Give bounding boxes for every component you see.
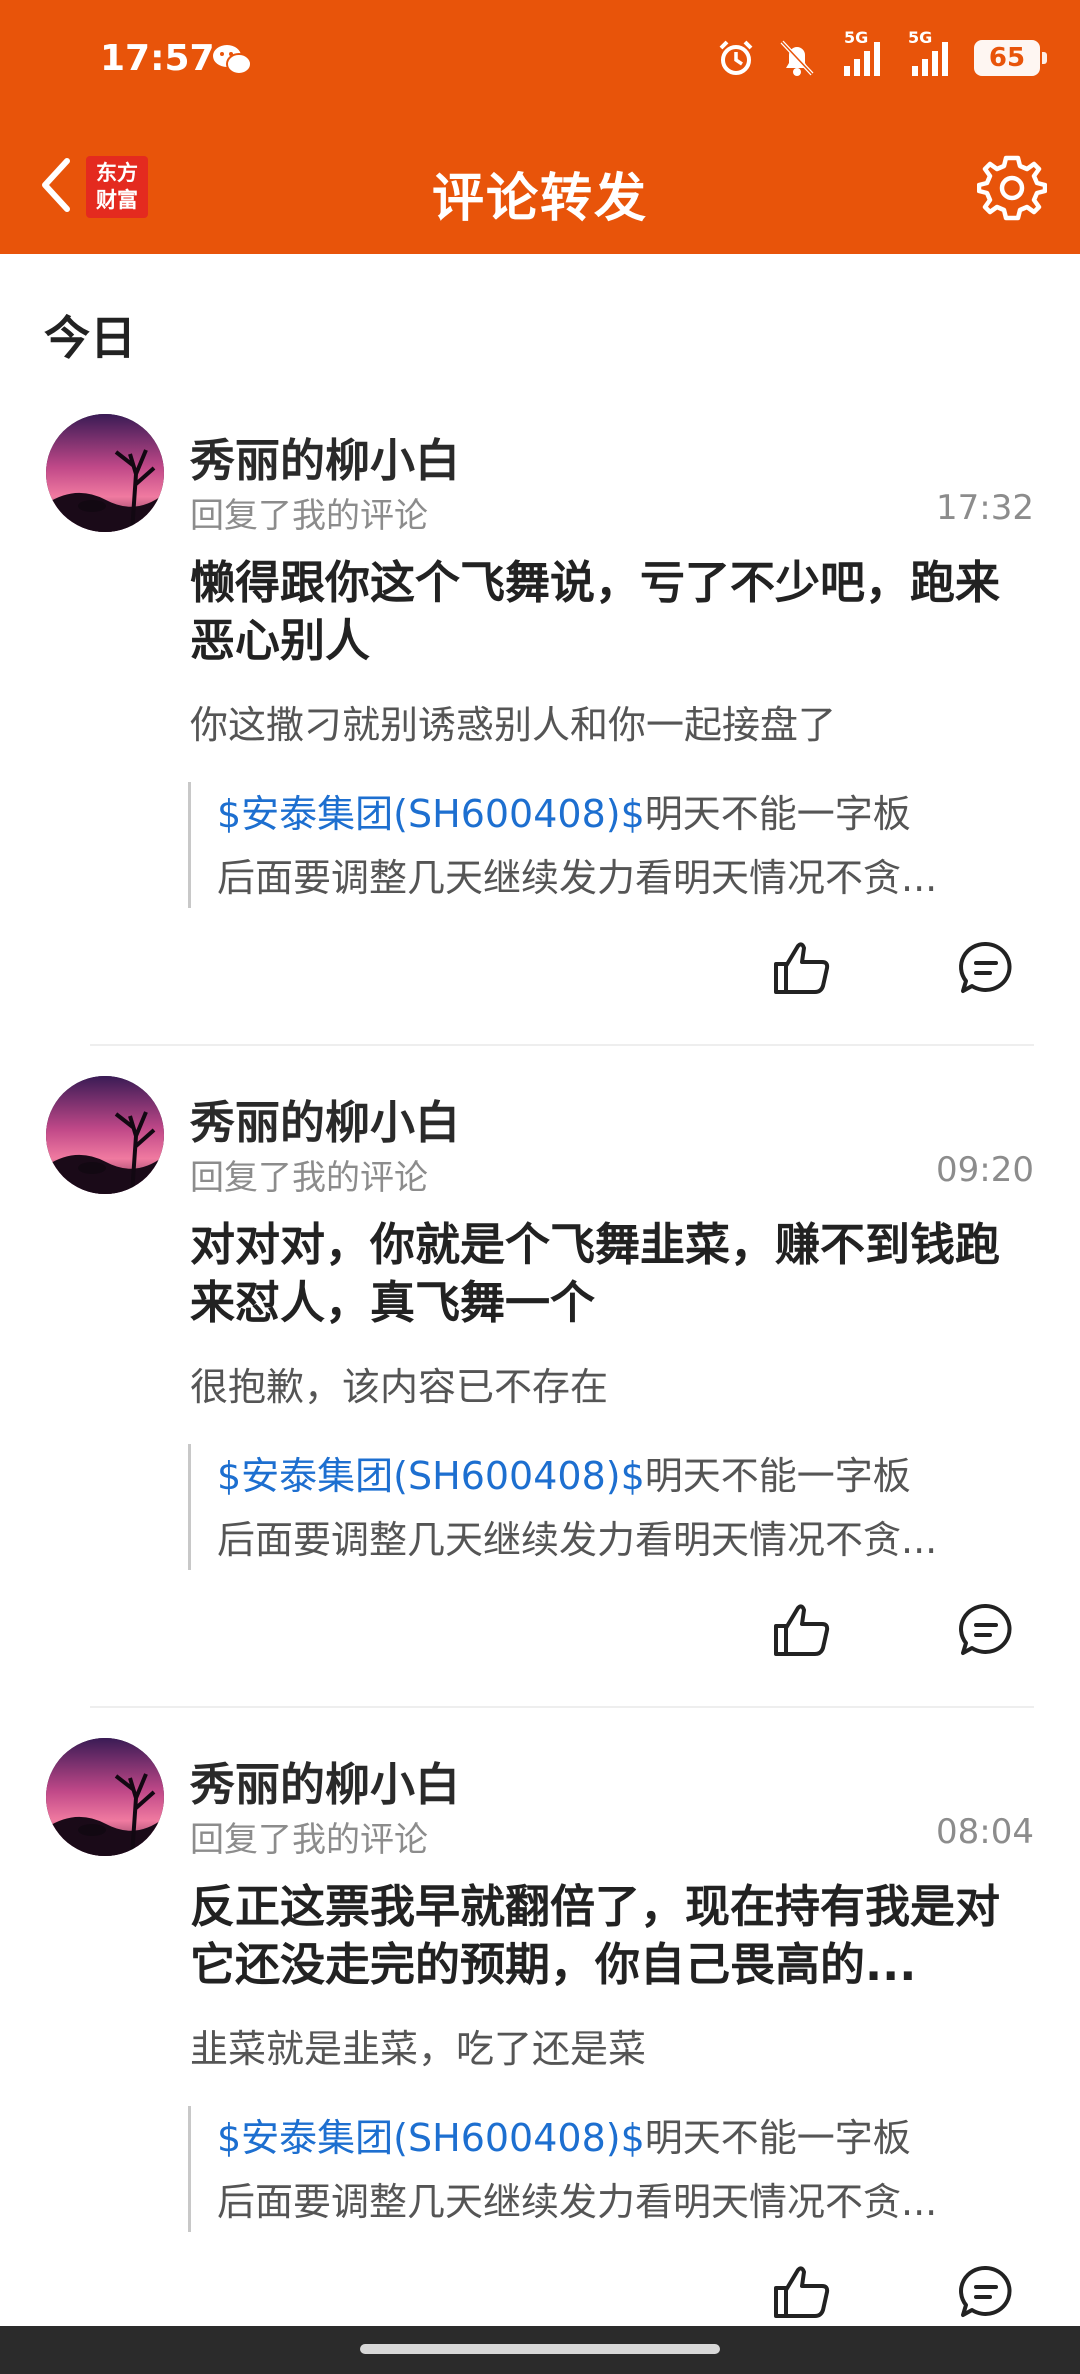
quote-text: 明天不能一字板 [644,1454,911,1498]
quote-text: 明天不能一字板 [644,2116,911,2160]
quote-text-line2: 后面要调整几天继续发力看明天情况不贪... [217,856,938,900]
list-item[interactable]: 秀丽的柳小白 回复了我的评论 09:20 对对对，你就是个飞舞韭菜，赚不到钱跑来… [0,1076,1080,1716]
quote-text-line2: 后面要调整几天继续发力看明天情况不贪... [217,1518,938,1562]
stock-link[interactable]: $安泰集团(SH600408)$ [217,792,645,836]
username[interactable]: 秀丽的柳小白 [190,1086,460,1151]
system-nav-bar [0,2326,1080,2374]
like-button[interactable] [768,2258,836,2326]
thumbs-up-icon [774,1604,830,1656]
network-label: 5G [844,28,869,47]
like-button[interactable] [768,934,836,1002]
battery-indicator: 65 [974,40,1047,76]
stock-link[interactable]: $安泰集团(SH600408)$ [217,2116,645,2160]
page-title: 评论转发 [431,169,648,229]
quote-text-line2: 后面要调整几天继续发力看明天情况不贪... [217,2180,938,2224]
stock-link[interactable]: $安泰集团(SH600408)$ [217,1454,645,1498]
thumbs-up-icon [774,2266,830,2318]
reply-content[interactable]: 反正这票我早就翻倍了，现在持有我是对它还没走完的预期，你自己畏高的... [190,1878,1020,1994]
timestamp: 08:04 [936,1812,1034,1852]
signal-icon: 5G [906,28,952,78]
timestamp: 09:20 [936,1150,1034,1190]
timestamp: 17:32 [936,488,1034,528]
username[interactable]: 秀丽的柳小白 [190,424,460,489]
signal-icon: 5G [838,28,884,78]
status-bar: 17:57 5G 5G 65 [0,0,1080,120]
my-comment[interactable]: 你这撒刁就别诱惑别人和你一起接盘了 [190,700,1030,750]
divider [90,1044,1034,1046]
my-comment[interactable]: 很抱歉，该内容已不存在 [190,1362,1030,1412]
reply-content[interactable]: 对对对，你就是个飞舞韭菜，赚不到钱跑来怼人，真飞舞一个 [190,1216,1020,1332]
avatar[interactable] [46,1076,164,1194]
quoted-post[interactable]: $安泰集团(SH600408)$明天不能一字板 后面要调整几天继续发力看明天情况… [188,782,1018,908]
comment-button[interactable] [954,1598,1018,1662]
nav-bar: 东方 财富 评论转发 [0,120,1080,254]
reply-content[interactable]: 懒得跟你这个飞舞说，亏了不少吧，跑来恶心别人 [190,554,1020,670]
comment-button[interactable] [954,2260,1018,2324]
reply-label: 回复了我的评论 [190,1158,428,1198]
list-item[interactable]: 秀丽的柳小白 回复了我的评论 08:04 反正这票我早就翻倍了，现在持有我是对它… [0,1738,1080,2374]
quoted-post[interactable]: $安泰集团(SH600408)$明天不能一字板 后面要调整几天继续发力看明天情况… [188,2106,1018,2232]
settings-button[interactable] [974,150,1050,226]
bell-muted-icon [778,38,816,78]
divider [90,1706,1034,1708]
home-indicator[interactable] [360,2344,720,2354]
comment-icon [959,1603,1012,1655]
network-label: 5G [908,28,933,47]
gear-icon [977,155,1047,221]
status-icons: 5G 5G 65 [716,28,1047,80]
comment-icon [959,2265,1012,2317]
my-comment[interactable]: 韭菜就是韭菜，吃了还是菜 [190,2024,1030,2074]
quote-text: 明天不能一字板 [644,792,911,836]
alarm-icon [716,38,756,78]
comment-icon [959,941,1012,993]
reply-label: 回复了我的评论 [190,496,428,536]
thumbs-up-icon [774,942,830,994]
reply-label: 回复了我的评论 [190,1820,428,1860]
section-header-today: 今日 [44,311,136,365]
avatar[interactable] [46,1738,164,1856]
like-button[interactable] [768,1596,836,1664]
avatar[interactable] [46,414,164,532]
comment-button[interactable] [954,936,1018,1000]
quoted-post[interactable]: $安泰集团(SH600408)$明天不能一字板 后面要调整几天继续发力看明天情况… [188,1444,1018,1570]
list-item[interactable]: 秀丽的柳小白 回复了我的评论 17:32 懒得跟你这个飞舞说，亏了不少吧，跑来恶… [0,414,1080,1054]
username[interactable]: 秀丽的柳小白 [190,1748,460,1813]
status-time: 17:57 [100,38,215,79]
wechat-icon [212,42,252,78]
